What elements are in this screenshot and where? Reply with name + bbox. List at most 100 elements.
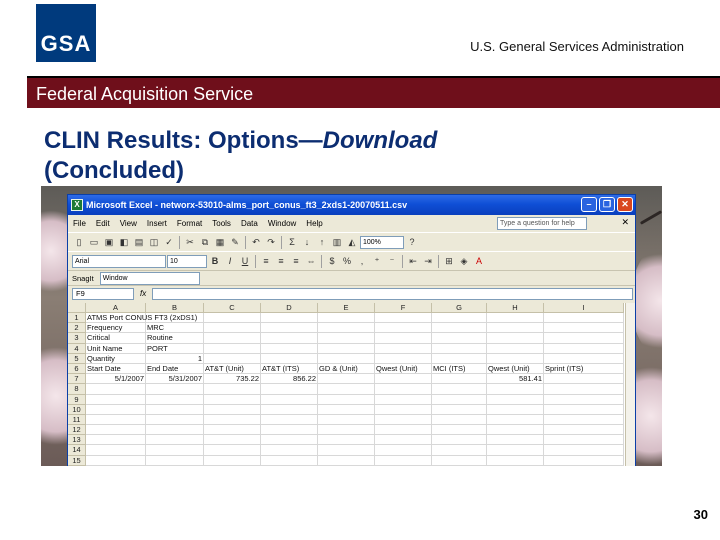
grid-cell[interactable] — [375, 394, 432, 405]
grid-cell[interactable] — [375, 445, 432, 456]
grid-cell[interactable] — [261, 404, 318, 415]
grid-cell[interactable] — [487, 353, 544, 364]
grid-cell[interactable] — [204, 343, 261, 354]
grid-cell[interactable] — [375, 384, 432, 395]
row-header[interactable]: 14 — [68, 445, 86, 456]
grid-cell[interactable] — [204, 394, 261, 405]
grid-cell[interactable] — [318, 323, 375, 334]
excel-window[interactable]: X Microsoft Excel - networx-53010-alms_p… — [67, 194, 636, 466]
column-header[interactable]: F — [375, 303, 432, 313]
column-header[interactable]: B — [146, 303, 204, 313]
grid-cell[interactable] — [86, 384, 146, 395]
menu-help[interactable]: Help — [301, 219, 327, 228]
grid-cell[interactable] — [318, 313, 375, 324]
column-header[interactable]: I — [544, 303, 624, 313]
print-preview-icon[interactable]: ◫ — [147, 235, 161, 249]
menu-insert[interactable]: Insert — [142, 219, 172, 228]
grid-cell[interactable]: AT&T (ITS) — [261, 363, 318, 375]
row-header[interactable]: 10 — [68, 404, 86, 415]
grid-cell[interactable] — [318, 445, 375, 456]
grid-cell[interactable] — [261, 353, 318, 364]
spelling-icon[interactable]: ✓ — [162, 235, 176, 249]
grid-cell[interactable] — [375, 333, 432, 344]
grid-cell[interactable] — [86, 394, 146, 405]
format-painter-icon[interactable]: ✎ — [228, 235, 242, 249]
decrease-indent-icon[interactable]: ⇤ — [406, 254, 420, 268]
grid-cell[interactable] — [86, 425, 146, 436]
menu-data[interactable]: Data — [236, 219, 263, 228]
grid-cell[interactable] — [318, 394, 375, 405]
fill-color-icon[interactable]: ◈ — [457, 254, 471, 268]
borders-icon[interactable]: ⊞ — [442, 254, 456, 268]
select-all-corner[interactable] — [68, 303, 86, 313]
grid-cell[interactable] — [375, 343, 432, 354]
grid-cell[interactable] — [261, 414, 318, 426]
grid-cell[interactable] — [432, 455, 487, 466]
copy-icon[interactable]: ⧉ — [198, 235, 212, 249]
drawing-icon[interactable]: ◭ — [345, 235, 359, 249]
print-icon[interactable]: ▤ — [132, 235, 146, 249]
grid-cell[interactable] — [487, 404, 544, 415]
grid-cell[interactable] — [86, 414, 146, 426]
grid-cell[interactable] — [146, 394, 204, 405]
grid-cell[interactable] — [544, 455, 624, 466]
bold-icon[interactable]: B — [208, 254, 222, 268]
grid-cell[interactable] — [318, 404, 375, 415]
new-icon[interactable]: ▯ — [72, 235, 86, 249]
grid-cell[interactable] — [204, 425, 261, 436]
row-header[interactable]: 4 — [68, 343, 86, 354]
function-icon[interactable]: fx — [140, 289, 146, 298]
name-box[interactable]: F9 — [72, 287, 134, 300]
grid-cell[interactable] — [432, 323, 487, 334]
merge-center-icon[interactable]: ⇔ — [304, 254, 318, 268]
row-header[interactable]: 1 — [68, 313, 86, 324]
grid-cell[interactable] — [432, 343, 487, 354]
grid-cell[interactable] — [204, 414, 261, 426]
grid-cell[interactable] — [146, 404, 204, 415]
grid-cell[interactable] — [261, 384, 318, 395]
grid-cell[interactable]: ATMS Port CONUS FT3 (2xDS1) — [86, 313, 197, 324]
open-icon[interactable]: ▭ — [87, 235, 101, 249]
grid-cell[interactable] — [375, 425, 432, 436]
grid-cell[interactable] — [375, 414, 432, 426]
grid-cell[interactable] — [261, 455, 318, 466]
grid-cell[interactable] — [204, 445, 261, 456]
grid-cell[interactable]: Critical — [86, 333, 146, 344]
align-left-icon[interactable]: ≡ — [259, 254, 273, 268]
grid-cell[interactable] — [318, 425, 375, 436]
grid-cell[interactable] — [146, 435, 204, 446]
grid-cell[interactable] — [146, 313, 204, 324]
grid-cell[interactable] — [204, 353, 261, 364]
menu-edit[interactable]: Edit — [91, 219, 115, 228]
grid-cell[interactable] — [432, 445, 487, 456]
grid-cell[interactable]: 856.22 — [261, 374, 318, 385]
grid-cell[interactable] — [261, 313, 318, 324]
menu-tools[interactable]: Tools — [207, 219, 236, 228]
close-button[interactable]: ✕ — [617, 197, 633, 212]
grid-cell[interactable]: Qwest (Unit) — [487, 363, 544, 375]
row-header[interactable]: 5 — [68, 353, 86, 364]
grid-cell[interactable] — [86, 455, 146, 466]
help-search-input[interactable]: Type a question for help — [497, 217, 587, 230]
grid-cell[interactable]: Routine — [146, 333, 204, 344]
column-header[interactable]: C — [204, 303, 261, 313]
comma-icon[interactable]: , — [355, 254, 369, 268]
column-header[interactable]: G — [432, 303, 487, 313]
redo-icon[interactable]: ↷ — [264, 235, 278, 249]
grid-cell[interactable] — [544, 394, 624, 405]
column-header[interactable]: E — [318, 303, 375, 313]
spreadsheet-grid[interactable]: A B C D E F G H I 1 ATMS Port CONUS FT3 (… — [68, 303, 635, 466]
grid-cell[interactable]: Unit Name — [86, 343, 146, 354]
grid-cell[interactable] — [86, 404, 146, 415]
grid-cell[interactable] — [318, 343, 375, 354]
row-header[interactable]: 2 — [68, 323, 86, 334]
menu-view[interactable]: View — [115, 219, 142, 228]
grid-cell[interactable] — [432, 374, 487, 385]
grid-cell[interactable] — [544, 323, 624, 334]
grid-cell[interactable] — [432, 384, 487, 395]
grid-cell[interactable] — [487, 343, 544, 354]
minimize-button[interactable]: – — [581, 197, 597, 212]
font-color-icon[interactable]: A — [472, 254, 486, 268]
snagit-label[interactable]: SnagIt — [72, 274, 94, 283]
grid-cell[interactable] — [261, 323, 318, 334]
